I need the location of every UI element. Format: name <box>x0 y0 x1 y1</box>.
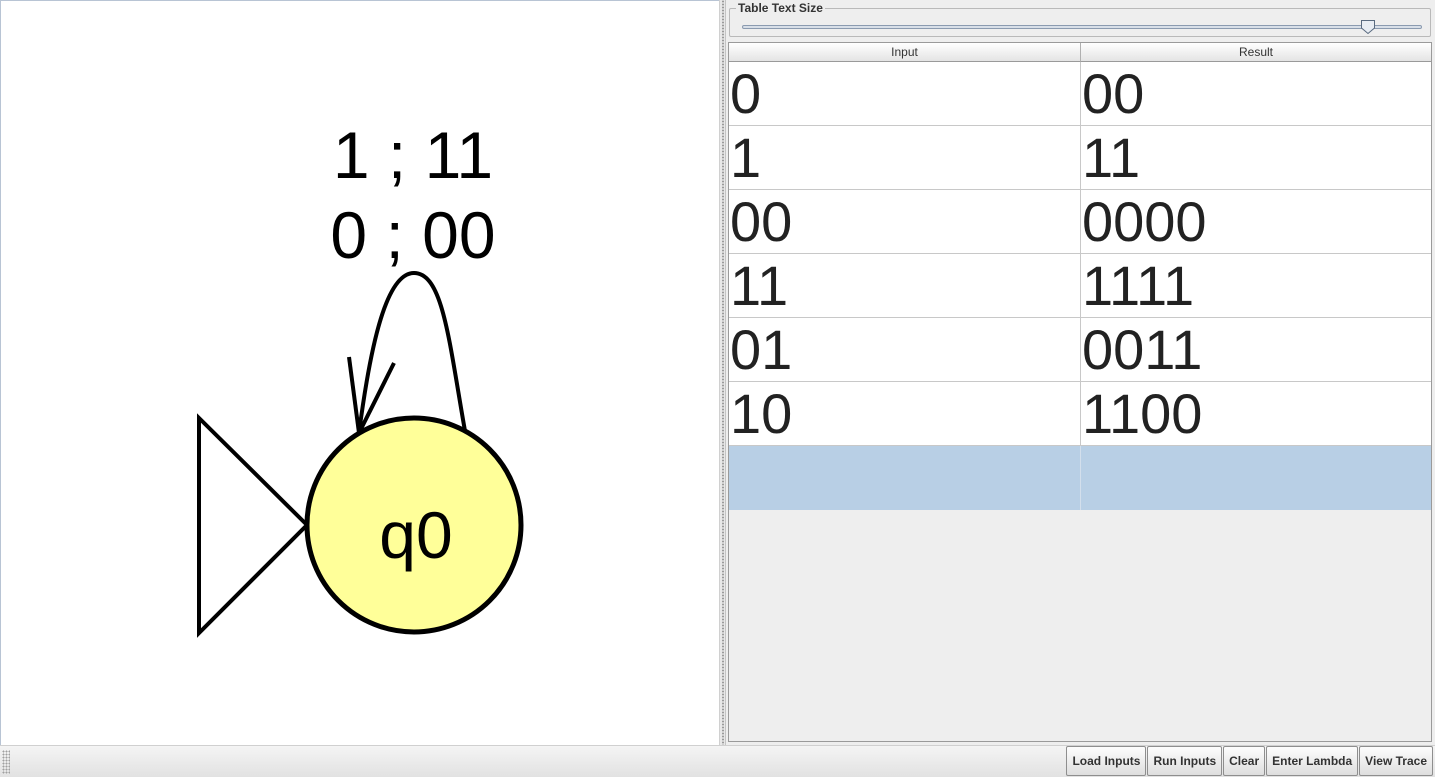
table-row[interactable]: 00 0000 <box>729 190 1431 254</box>
clear-button[interactable]: Clear <box>1223 746 1266 776</box>
table-row[interactable]: 1 11 <box>729 126 1431 190</box>
input-cell[interactable]: 11 <box>729 254 1081 318</box>
automaton-diagram: q0 1 ; 11 0 ; 00 <box>197 118 524 638</box>
column-header-input[interactable]: Input <box>729 43 1081 62</box>
split-pane-divider[interactable] <box>719 0 726 745</box>
table-row[interactable]: 10 1100 <box>729 382 1431 446</box>
input-cell[interactable]: 1 <box>729 126 1081 190</box>
toolbar-grip[interactable] <box>2 750 10 774</box>
result-cell[interactable]: 11 <box>1081 126 1431 190</box>
result-cell[interactable]: 0000 <box>1081 190 1431 254</box>
bottom-toolbar: Load Inputs Run Inputs Clear Enter Lambd… <box>0 745 1435 777</box>
result-cell[interactable]: 1100 <box>1081 382 1431 446</box>
run-inputs-button[interactable]: Run Inputs <box>1147 746 1223 776</box>
transition-label-1: 1 ; 11 <box>333 118 493 192</box>
table-row[interactable]: 0 00 <box>729 62 1431 126</box>
load-inputs-button[interactable]: Load Inputs <box>1066 746 1147 776</box>
result-cell[interactable]: 0011 <box>1081 318 1431 382</box>
toolbar-buttons: Load Inputs Run Inputs Clear Enter Lambd… <box>1065 746 1433 776</box>
view-trace-button[interactable]: View Trace <box>1359 746 1433 776</box>
transition-label-2: 0 ; 00 <box>330 198 495 272</box>
input-cell[interactable]: 01 <box>729 318 1081 382</box>
input-cell[interactable]: 00 <box>729 190 1081 254</box>
enter-lambda-button[interactable]: Enter Lambda <box>1266 746 1359 776</box>
input-cell[interactable]: 0 <box>729 62 1081 126</box>
result-cell[interactable]: 00 <box>1081 62 1431 126</box>
table-row[interactable]: 01 0011 <box>729 318 1431 382</box>
table-row[interactable]: 11 1111 <box>729 254 1431 318</box>
input-results-table[interactable]: Input Result 0 00 1 11 00 0000 11 1111 0… <box>728 42 1432 742</box>
table-row-selected[interactable] <box>729 446 1431 510</box>
state-label: q0 <box>379 498 452 572</box>
input-cell[interactable]: 10 <box>729 382 1081 446</box>
input-cell[interactable] <box>729 446 1081 510</box>
automaton-canvas[interactable]: q0 1 ; 11 0 ; 00 <box>0 0 719 745</box>
result-cell[interactable] <box>1081 446 1431 510</box>
self-loop-transition <box>357 270 467 434</box>
table-text-size-title: Table Text Size <box>736 1 825 15</box>
text-size-slider-track[interactable] <box>742 25 1422 29</box>
column-header-result[interactable]: Result <box>1081 43 1431 62</box>
initial-state-triangle <box>197 413 310 638</box>
loop-arrowhead-left <box>347 356 361 434</box>
divider-grip <box>722 0 724 745</box>
table-header: Input Result <box>729 42 1431 62</box>
input-panel: Table Text Size Input Result 0 00 1 11 0… <box>726 0 1435 745</box>
text-size-slider-thumb[interactable] <box>1360 19 1376 35</box>
result-cell[interactable]: 1111 <box>1081 254 1431 318</box>
table-text-size-group: Table Text Size <box>729 1 1431 37</box>
